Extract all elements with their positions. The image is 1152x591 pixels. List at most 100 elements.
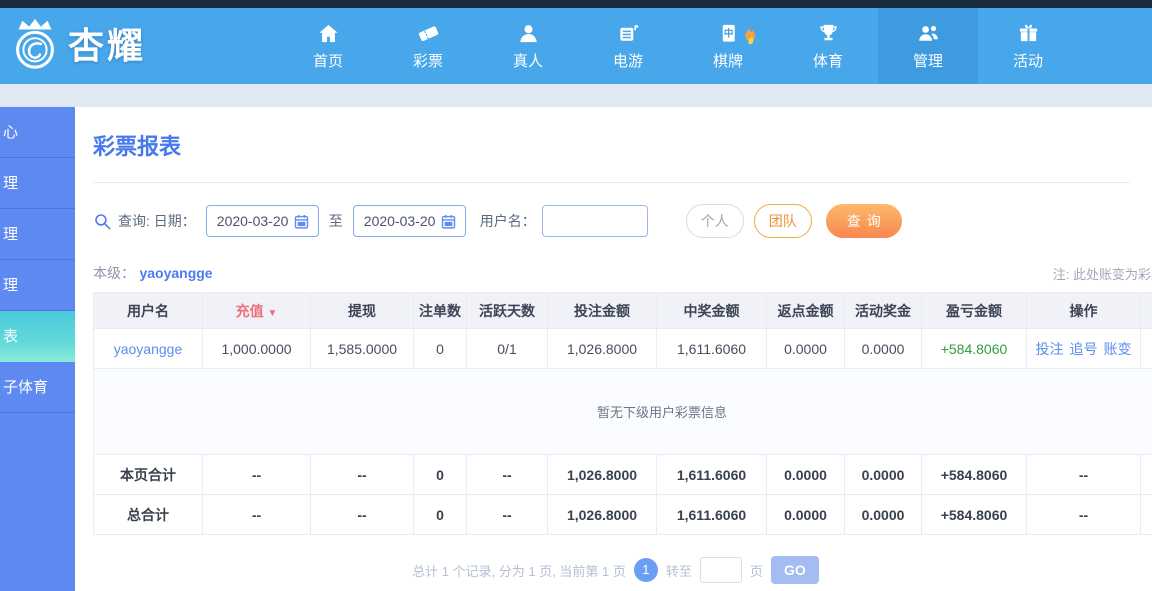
nav-label: 首页 [312,53,343,70]
go-button[interactable]: GO [770,556,819,584]
empty-message: 暂无下级用户彩票信息 [93,368,1152,455]
col-extra [1140,292,1152,329]
team-button[interactable]: 团队 [753,204,812,238]
total-cell: -- [310,494,414,535]
nav-item-activity[interactable]: 活动 [978,8,1078,84]
sidebar-item-1[interactable]: 心 [0,107,75,158]
page-title: 彩票报表 [93,134,182,159]
cell-active-days: 0/1 [466,328,548,369]
col-profit: 盈亏金额 [921,292,1027,329]
col-activity-bonus: 活动奖金 [844,292,922,329]
fire-icon [740,24,760,51]
nav-item-sports[interactable]: 体育 [778,8,878,84]
nav-item-home[interactable]: 首页 [278,8,378,84]
cell-extra [1140,328,1152,369]
sidebar-item-report-active[interactable]: 表 [0,311,75,362]
goto-label: 转至 [665,563,692,579]
pagination-summary: 总计 1 个记录, 分为 1 页, 当前第 1 页 [412,563,626,579]
total-cell: 1,026.8000 [547,454,657,495]
cell-profit: +584.8060 [921,328,1027,369]
main-content: 彩票报表 查询: 日期： 至 用户名： 个人 团队 [75,107,1152,591]
nav-label: 电游 [612,53,643,70]
level-label: 本级： [93,265,135,281]
date-to-field[interactable] [352,205,466,237]
account-change-note: 注: 此处账变为彩票账变 [1052,267,1152,282]
total-cell: 0 [413,494,467,535]
nav-label: 棋牌 [712,53,743,70]
total-profit-cell: +584.8060 [921,494,1027,535]
svg-text:中: 中 [723,27,733,39]
nav-item-boardgames[interactable]: 中 棋牌 [678,8,778,84]
username-input[interactable] [541,205,648,237]
nav-item-egames[interactable]: 电游 [578,8,678,84]
sidebar-item-2[interactable]: 理 [0,158,75,209]
cell-activity-bonus: 0.0000 [844,328,922,369]
sidebar-item-4[interactable]: 理 [0,260,75,311]
date-to-input[interactable] [363,213,440,229]
total-cell: 1,026.8000 [547,494,657,535]
brand-logo[interactable]: 杏耀 [6,14,146,72]
col-active-days: 活跃天数 [466,292,548,329]
search-button[interactable]: 查询 [825,204,902,238]
nav-label: 彩票 [412,53,443,70]
total-cell: 0.0000 [766,494,845,535]
cell-actions: 投注 追号 账变 [1026,328,1141,369]
date-to-label: 至 [328,213,343,229]
personal-button[interactable]: 个人 [685,204,744,238]
total-cell: -- [202,454,311,495]
username-link[interactable]: yaoyangge [114,341,183,357]
date-from-input[interactable] [216,213,293,229]
brand-name: 杏耀 [68,25,147,66]
mahjong-icon: 中 [717,21,740,45]
total-cell: 1,611.6060 [656,454,767,495]
goto-page-input[interactable] [699,557,742,583]
col-actions: 操作 [1026,292,1141,329]
total-cell: 0.0000 [844,494,922,535]
nav-label: 活动 [1012,53,1043,70]
chase-link[interactable]: 追号 [1070,341,1098,357]
total-cell: 0.0000 [766,454,845,495]
total-cell: -- [1026,494,1141,535]
sidebar-item-3[interactable]: 理 [0,209,75,260]
col-withdraw: 提现 [310,292,414,329]
top-strip [0,0,1152,8]
calendar-icon[interactable] [293,213,310,230]
total-profit-cell: +584.8060 [921,454,1027,495]
bet-link[interactable]: 投注 [1036,341,1064,357]
ticket-icon [417,21,440,45]
sidebar-item-esports[interactable]: 子体育 [0,362,75,413]
cell-recharge: 1,000.0000 [202,328,311,369]
page-number-button[interactable]: 1 [633,558,658,582]
calendar-icon[interactable] [440,213,457,230]
grand-total-row: 总合计 -- -- 0 -- 1,026.8000 1,611.6060 0.0… [93,494,1152,535]
arcade-icon [617,21,640,45]
title-divider [93,182,1130,183]
nav-label: 体育 [812,53,843,70]
report-table: 用户名 充值 ▼ 提现 注单数 活跃天数 投注金额 中奖金额 返点金额 活动奖金… [93,292,1152,535]
total-cell: -- [202,494,311,535]
page-total-row: 本页合计 -- -- 0 -- 1,026.8000 1,611.6060 0.… [93,454,1152,495]
cell-withdraw: 1,585.0000 [310,328,414,369]
total-cell: 1,611.6060 [656,494,767,535]
account-change-link[interactable]: 账变 [1104,341,1132,357]
col-rebate: 返点金额 [766,292,845,329]
total-cell: 0.0000 [844,454,922,495]
top-navbar: 杏耀 首页 彩票 真人 电游 中 棋牌 体育 管理 活动 [0,8,1152,84]
home-icon [317,21,340,45]
empty-message-row: 暂无下级用户彩票信息 [93,368,1152,455]
level-username-link[interactable]: yaoyangge [139,265,212,281]
cell-bet-amount: 1,026.8000 [547,328,657,369]
trophy-icon [817,21,840,45]
col-recharge-sortable[interactable]: 充值 ▼ [202,292,311,329]
table-row: yaoyangge 1,000.0000 1,585.0000 0 0/1 1,… [93,328,1152,369]
nav-item-lottery[interactable]: 彩票 [378,8,478,84]
nav-item-live[interactable]: 真人 [478,8,578,84]
search-icon [93,212,118,231]
page-total-label: 本页合计 [93,454,203,495]
nav-item-manage[interactable]: 管理 [878,8,978,84]
cell-bet-count: 0 [413,328,467,369]
cell-extra [1140,494,1152,535]
col-bet-amount: 投注金额 [547,292,657,329]
date-from-field[interactable] [205,205,319,237]
gift-icon [1017,21,1040,45]
